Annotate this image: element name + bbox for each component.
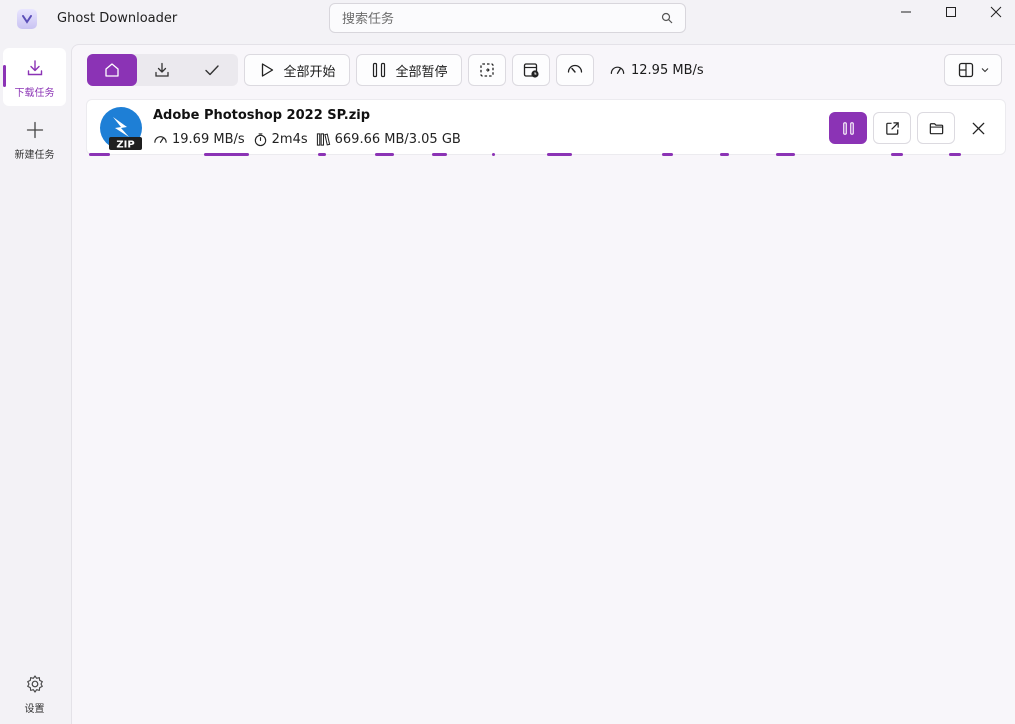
progress-segment — [204, 153, 249, 156]
schedule-button[interactable] — [512, 54, 550, 86]
sidebar-item-label: 设置 — [24, 704, 45, 715]
filter-segmented-control — [87, 54, 238, 86]
filter-all-button[interactable] — [87, 54, 137, 86]
progress-segment — [949, 153, 961, 156]
plus-icon — [26, 121, 43, 139]
select-mode-button[interactable] — [468, 54, 506, 86]
task-size-value: 669.66 MB/3.05 GB — [334, 132, 461, 147]
speedometer-icon — [610, 66, 625, 74]
sidebar-item-label: 下载任务 — [14, 88, 55, 99]
progress-segment — [547, 153, 572, 156]
start-all-button[interactable]: 全部开始 — [244, 54, 350, 86]
file-type-label: ZIP — [116, 140, 134, 151]
check-icon — [205, 65, 219, 76]
app-title: Ghost Downloader — [57, 11, 178, 26]
progress-segment — [662, 153, 673, 156]
speedometer-icon — [567, 64, 583, 73]
close-icon — [990, 6, 1002, 18]
view-mode-dropdown[interactable] — [944, 54, 1002, 86]
delete-task-button[interactable] — [959, 112, 997, 144]
progress-segment — [432, 153, 447, 156]
open-external-icon — [885, 121, 899, 135]
segmented-progress-bar — [87, 153, 1007, 157]
download-task-card[interactable]: ZIP Adobe Photoshop 2022 SP.zip 19.69 MB… — [86, 99, 1007, 157]
minimize-button[interactable] — [883, 0, 929, 24]
sidebar-item-new-task[interactable]: 新建任务 — [3, 110, 66, 168]
progress-segment — [375, 153, 394, 156]
zip-file-icon: ZIP — [100, 107, 142, 151]
sidebar: 下载任务 新建任务 设置 — [0, 44, 70, 724]
layout-grid-icon — [958, 62, 973, 78]
sidebar-item-label: 新建任务 — [14, 150, 55, 161]
total-speed-indicator: 12.95 MB/s — [609, 62, 704, 79]
pause-all-label: 全部暂停 — [395, 64, 448, 80]
pause-icon — [842, 121, 854, 135]
task-meta: 19.69 MB/s 2m4s 669.66 MB/3.05 GB — [153, 132, 469, 147]
progress-segment — [720, 153, 729, 156]
total-speed-value: 12.95 MB/s — [631, 63, 704, 78]
pause-task-button[interactable] — [829, 112, 867, 144]
task-speed: 19.69 MB/s — [153, 132, 245, 147]
filter-completed-button[interactable] — [187, 54, 237, 86]
task-size-progress: 669.66 MB/3.05 GB — [316, 132, 461, 147]
select-dashed-icon — [480, 63, 494, 77]
toolbar: 全部开始 全部暂停 12.95 MB/s — [72, 45, 1015, 97]
filter-downloading-button[interactable] — [137, 54, 187, 86]
pause-all-button[interactable]: 全部暂停 — [356, 54, 462, 86]
search-box[interactable] — [329, 3, 686, 34]
maximize-button[interactable] — [928, 0, 974, 24]
progress-segment — [89, 153, 110, 156]
download-icon — [155, 62, 169, 77]
library-icon — [316, 133, 330, 146]
start-all-label: 全部开始 — [283, 64, 336, 80]
download-icon — [27, 60, 42, 76]
minimize-icon — [901, 11, 911, 13]
file-name: Adobe Photoshop 2022 SP.zip — [153, 108, 371, 123]
progress-segment — [318, 153, 326, 156]
progress-segment — [891, 153, 903, 156]
open-file-button[interactable] — [873, 112, 911, 144]
search-icon[interactable] — [661, 12, 673, 24]
progress-segment — [776, 153, 795, 156]
speedometer-icon — [154, 136, 167, 143]
stopwatch-icon — [254, 133, 266, 147]
pause-icon — [373, 62, 386, 78]
calendar-clock-icon — [523, 63, 539, 78]
play-icon — [262, 63, 274, 77]
chevron-down-icon — [981, 68, 988, 73]
main-content: 全部开始 全部暂停 12.95 MB/s ZIP Adobe Photoshop… — [71, 44, 1015, 724]
close-window-button[interactable] — [973, 0, 1015, 24]
speed-limit-button[interactable] — [556, 54, 594, 86]
progress-segment — [492, 153, 495, 156]
home-icon — [105, 63, 119, 77]
gear-icon — [26, 675, 43, 693]
task-remaining-time: 2m4s — [253, 132, 308, 147]
app-logo-icon — [17, 9, 37, 29]
task-speed-value: 19.69 MB/s — [172, 132, 245, 147]
open-folder-button[interactable] — [917, 112, 955, 144]
search-input[interactable] — [340, 4, 644, 34]
sidebar-item-download-tasks[interactable]: 下载任务 — [3, 48, 66, 106]
title-bar: Ghost Downloader — [0, 0, 1015, 44]
close-icon — [972, 122, 984, 134]
task-remaining-value: 2m4s — [271, 132, 308, 147]
folder-icon — [929, 122, 943, 134]
active-indicator — [3, 65, 6, 87]
maximize-icon — [946, 7, 956, 17]
sidebar-item-settings[interactable]: 设置 — [3, 664, 66, 722]
